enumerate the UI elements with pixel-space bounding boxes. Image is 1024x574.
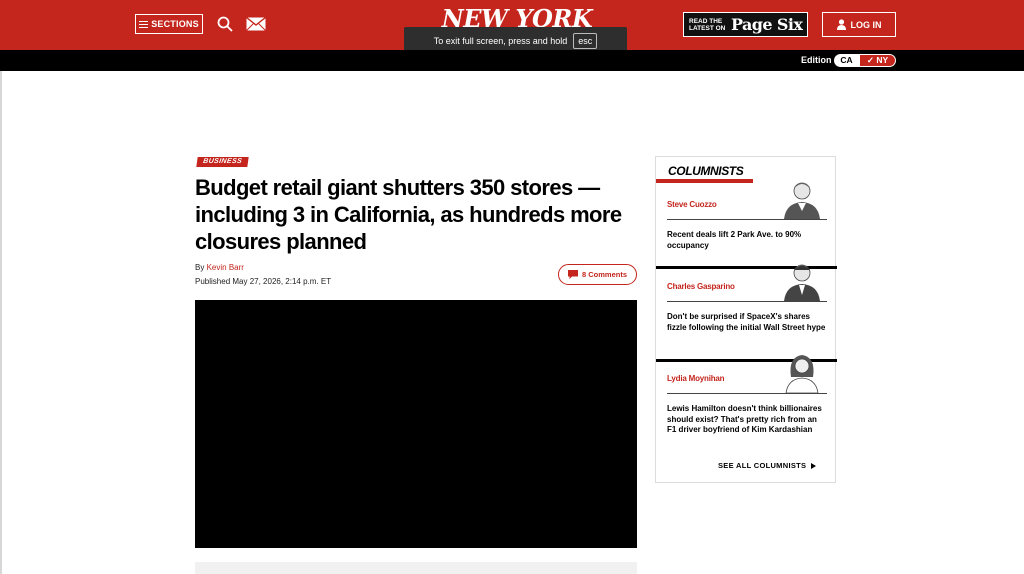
columnist-rule	[667, 301, 827, 302]
columnist-headline[interactable]: Recent deals lift 2 Park Ave. to 90% occ…	[667, 230, 827, 251]
columnists-title-underline	[656, 179, 753, 183]
sections-button[interactable]: SECTIONS	[135, 14, 203, 34]
menu-icon	[139, 20, 149, 28]
page-edge	[0, 71, 2, 574]
check-icon: ✓	[866, 55, 874, 65]
video-player[interactable]	[195, 300, 637, 548]
columnist-photo	[784, 264, 820, 301]
columnists-title: COLUMNISTS	[668, 164, 744, 178]
edition-label: Edition	[801, 55, 832, 65]
video-caption-area	[195, 562, 637, 574]
author-link[interactable]: Kevin Barr	[207, 263, 244, 272]
comments-label: 8 Comments	[581, 270, 627, 279]
columnist-rule	[667, 219, 827, 220]
article-headline: Budget retail giant shutters 350 stores …	[195, 175, 622, 254]
comment-icon	[567, 270, 578, 279]
esc-key: esc	[573, 33, 598, 49]
user-icon	[836, 19, 846, 30]
login-button[interactable]: LOG IN	[822, 12, 896, 37]
page-six-link[interactable]: READ THE LATEST ON Page Six	[683, 12, 808, 37]
columnist-photo	[785, 355, 819, 393]
sections-label: SECTIONS	[151, 19, 199, 29]
columnist-headline[interactable]: Don't be surprised if SpaceX's shares fi…	[667, 312, 827, 333]
byline: By Kevin Barr	[195, 263, 244, 272]
edition-ny-toggle[interactable]: ✓ NY	[859, 54, 896, 67]
see-all-columnists-link[interactable]: SEE ALL COLUMNISTS	[718, 461, 817, 470]
mail-icon[interactable]	[246, 17, 266, 31]
page-six-pre: READ THE LATEST ON	[689, 17, 726, 32]
edition-ny-label: NY	[876, 55, 889, 65]
fullscreen-notice-text: To exit full screen, press and hold	[433, 36, 568, 46]
columnist-rule	[667, 393, 827, 394]
comments-button[interactable]: 8 Comments	[558, 264, 637, 285]
edition-bar: Edition CA ✓ NY	[0, 50, 1024, 71]
columnist-headline[interactable]: Lewis Hamilton doesn't think billionaire…	[667, 404, 827, 436]
columnist-name[interactable]: Lydia Moynihan	[667, 374, 725, 383]
columnist-name[interactable]: Steve Cuozzo	[667, 200, 717, 209]
search-icon[interactable]	[217, 16, 233, 32]
publish-date: Published May 27, 2026, 2:14 p.m. ET	[195, 277, 332, 286]
columnist-name[interactable]: Charles Gasparino	[667, 282, 735, 291]
chevron-right-icon	[811, 462, 817, 469]
columnist-photo	[784, 182, 820, 219]
edition-ca-toggle[interactable]: CA	[834, 54, 859, 67]
see-all-label: SEE ALL COLUMNISTS	[718, 461, 807, 470]
section-tag[interactable]: BUSINESS	[196, 157, 249, 167]
login-label: LOG IN	[850, 19, 882, 30]
page-six-brand: Page Six	[731, 15, 803, 34]
byline-prefix: By	[195, 263, 205, 272]
columnists-widget: COLUMNISTS Steve Cuozzo Recent deals lif…	[655, 156, 837, 483]
